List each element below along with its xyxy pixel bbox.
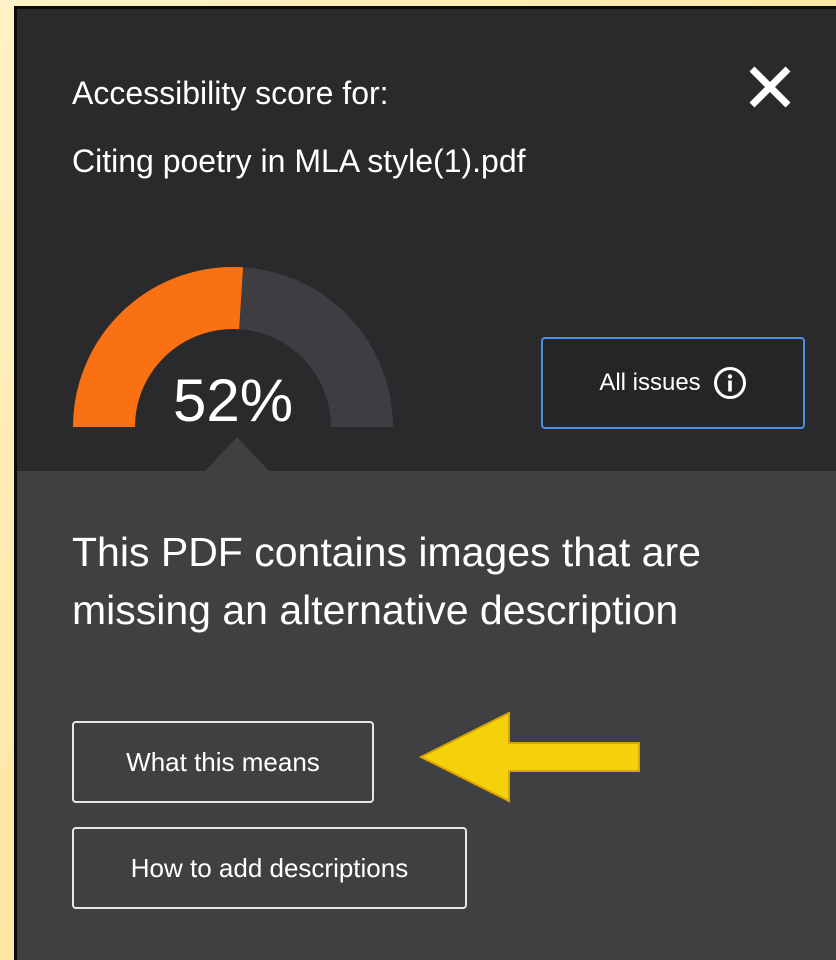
how-to-add-descriptions-button[interactable]: How to add descriptions <box>72 827 467 909</box>
pointer-notch <box>203 437 271 473</box>
close-button[interactable] <box>742 59 798 115</box>
annotation-arrow-icon <box>418 711 640 803</box>
all-issues-button[interactable]: All issues <box>541 337 805 429</box>
close-icon <box>749 66 791 108</box>
score-gauge: 52% <box>73 263 393 431</box>
panel-title: Accessibility score for: <box>72 75 389 111</box>
accessibility-score-panel: Accessibility score for: Citing poetry i… <box>14 6 836 960</box>
all-issues-label: All issues <box>599 369 701 396</box>
issue-message: This PDF contains images that are missin… <box>72 529 701 633</box>
what-this-means-button[interactable]: What this means <box>72 721 374 803</box>
score-percentage: 52% <box>172 367 294 434</box>
info-icon <box>713 367 746 399</box>
annotation-arrow <box>417 709 643 805</box>
file-name: Citing poetry in MLA style(1).pdf <box>72 143 526 179</box>
